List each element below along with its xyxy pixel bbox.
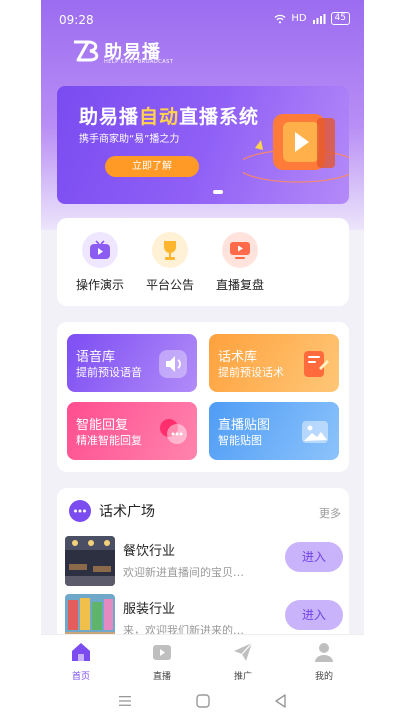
banner-subtitle: 携手商家助“易”播之力	[79, 134, 180, 145]
signal-icon	[312, 13, 326, 24]
tab-promote[interactable]: 推广	[213, 641, 273, 682]
speaker-icon	[159, 350, 187, 378]
status-time: 09:28	[59, 13, 94, 27]
quick-action-label: 操作演示	[75, 278, 124, 292]
tab-label: 直播	[152, 672, 171, 682]
script-icon	[304, 351, 329, 377]
user-icon	[315, 643, 333, 662]
tile-title: 话术库	[218, 350, 258, 365]
enter-button[interactable]: 进入	[285, 600, 343, 630]
image-icon	[302, 421, 328, 443]
tv-play-icon	[82, 232, 118, 268]
banner-title-highlight: 自动	[139, 106, 180, 128]
tile-title: 智能回复	[76, 418, 129, 433]
system-navigation-bar	[0, 682, 405, 720]
menu-icon[interactable]	[116, 692, 134, 710]
item-description: 欢迎新进直播间的宝贝…	[123, 566, 244, 579]
tile-subtitle: 精准智能回复	[76, 434, 142, 447]
feature-tiles-card: 语音库 提前预设语音 话术库 提前预设话术 智能回复 精准智能回复 直播贴图 智…	[57, 322, 349, 472]
screen-play-icon	[222, 232, 258, 268]
logo-mark-icon	[74, 40, 99, 62]
learn-more-button[interactable]: 立即了解	[105, 156, 199, 177]
tile-voice-library[interactable]: 语音库 提前预设语音	[67, 334, 197, 392]
restaurant-thumbnail	[65, 536, 115, 586]
promo-banner[interactable]: 助易播自动直播系统 携手商家助“易”播之力 立即了解	[57, 86, 349, 204]
tab-label: 推广	[233, 672, 252, 682]
tile-subtitle: 智能贴图	[218, 434, 262, 447]
logo-subtitle: HELP EASY BROADCAST	[104, 59, 174, 65]
carousel-indicator[interactable]	[213, 190, 223, 194]
home-square-icon[interactable]	[194, 692, 212, 710]
tile-title: 直播贴图	[218, 418, 271, 433]
script-square-header: 话术广场	[69, 500, 155, 522]
home-icon	[72, 643, 90, 661]
script-square-card: 话术广场 更多 餐饮行业 欢迎新进直播间的宝贝… 进入 服装行业 来，欢迎我们新…	[57, 488, 349, 648]
chat-dots-icon	[69, 500, 91, 522]
wifi-icon	[274, 14, 286, 23]
banner-title: 助易播自动直播系统	[79, 102, 259, 129]
battery-indicator: 45	[330, 12, 350, 25]
app-logo: 助易播 HELP EASY BROADCAST	[72, 38, 173, 65]
quick-action-label: 平台公告	[145, 278, 194, 292]
more-link[interactable]: 更多	[319, 505, 341, 521]
tile-subtitle: 提前预设语音	[76, 366, 142, 379]
tab-live[interactable]: 直播	[132, 641, 192, 682]
tile-smart-reply[interactable]: 智能回复 精准智能回复	[67, 402, 197, 460]
enter-button[interactable]: 进入	[285, 542, 343, 572]
tab-label: 我的	[314, 672, 333, 682]
script-square-title: 话术广场	[99, 504, 155, 520]
quick-action-review[interactable]: 直播复盘	[209, 232, 271, 293]
quick-action-demo[interactable]: 操作演示	[69, 232, 131, 293]
tile-title: 语音库	[76, 350, 116, 365]
banner-title-part1: 助易播	[79, 106, 140, 128]
tile-live-stickers[interactable]: 直播贴图 智能贴图	[209, 402, 339, 460]
tile-script-library[interactable]: 话术库 提前预设话术	[209, 334, 339, 392]
tab-home[interactable]: 首页	[51, 641, 111, 682]
status-bar: 09:28 HD 45	[41, 0, 364, 36]
trophy-icon	[152, 232, 188, 268]
list-item[interactable]: 餐饮行业 欢迎新进直播间的宝贝… 进入	[65, 536, 343, 588]
network-type: HD	[291, 13, 307, 24]
bottom-tab-bar: 首页 直播 推广 我的	[41, 634, 364, 682]
live-tv-icon	[153, 645, 171, 660]
tile-subtitle: 提前预设话术	[218, 366, 284, 379]
quick-action-notice[interactable]: 平台公告	[139, 232, 201, 293]
play-cube-illustration	[243, 114, 349, 183]
status-indicators: HD 45	[274, 12, 350, 25]
app-screen: 09:28 HD 45 助易播 HELP EASY BROADCAST 助易播自…	[41, 0, 364, 720]
item-name: 服装行业	[123, 602, 176, 617]
tab-mine[interactable]: 我的	[294, 641, 354, 682]
chat-reply-icon	[160, 419, 187, 444]
quick-action-label: 直播复盘	[215, 278, 264, 292]
item-name: 餐饮行业	[123, 544, 176, 559]
back-triangle-icon[interactable]	[272, 692, 290, 710]
paper-plane-icon	[234, 642, 253, 661]
quick-actions-card: 操作演示 平台公告 直播复盘	[57, 218, 349, 306]
tab-label: 首页	[71, 672, 90, 682]
